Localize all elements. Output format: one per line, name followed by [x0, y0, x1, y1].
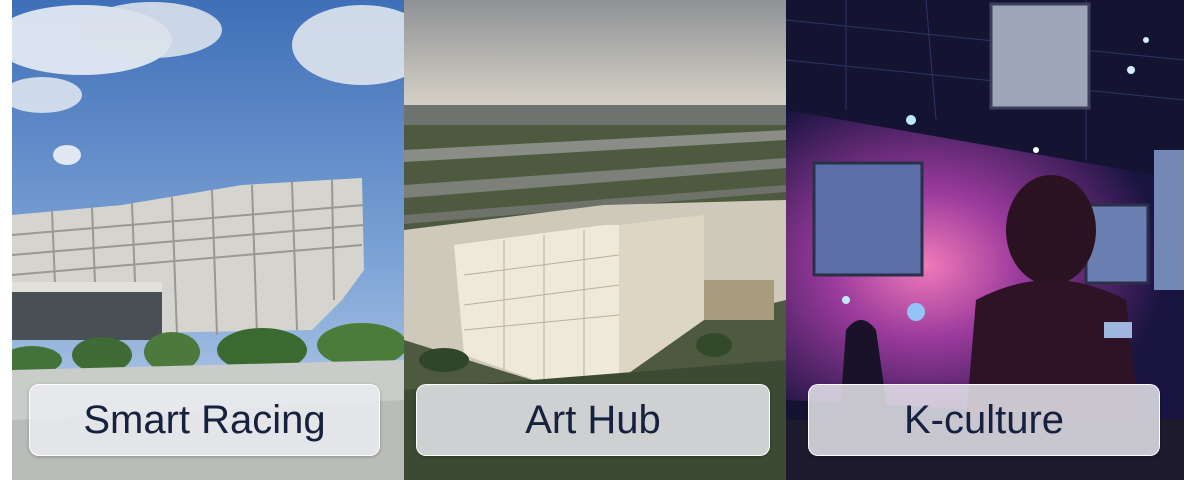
caption-k-culture: K-culture — [808, 384, 1160, 456]
caption-smart-racing: Smart Racing — [29, 384, 380, 456]
panel-k-culture: K-culture — [786, 0, 1184, 480]
panel-smart-racing: Smart Racing — [12, 0, 404, 480]
caption-art-hub: Art Hub — [416, 384, 770, 456]
panel-art-hub: Art Hub — [404, 0, 786, 480]
